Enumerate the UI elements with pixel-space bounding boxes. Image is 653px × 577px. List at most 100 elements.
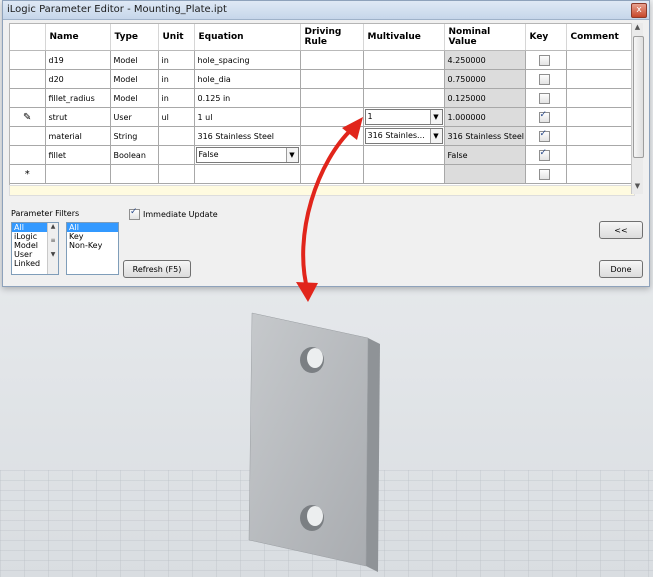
cell-type[interactable] [110,164,159,184]
cell-driving-rule[interactable] [300,126,364,146]
cell-comment[interactable] [566,88,634,108]
col-header-unit[interactable]: Unit [158,24,195,51]
table-row[interactable]: fillet_radius Model in 0.125 in 0.125000 [10,88,634,108]
cell-key[interactable] [525,164,567,184]
cell-equation[interactable]: hole_spacing [194,50,301,70]
cell-equation[interactable]: 1 ul [194,107,301,127]
cell-multivalue[interactable] [363,145,445,165]
cell-equation[interactable] [194,164,301,184]
cell-name[interactable]: d19 [45,50,111,70]
key-checkbox[interactable] [538,92,550,104]
cell-name[interactable]: fillet [45,145,111,165]
cell-comment[interactable] [566,69,634,89]
scroll-thumb[interactable] [633,36,644,158]
col-header-driving-rule[interactable]: Driving Rule [300,24,364,51]
cell-name[interactable] [45,164,111,184]
cell-type[interactable]: User [110,107,159,127]
cell-name[interactable]: fillet_radius [45,88,111,108]
cell-comment[interactable] [566,164,634,184]
cell-key[interactable] [525,88,567,108]
chevron-down-icon[interactable]: ▼ [429,110,442,124]
multivalue-dropdown[interactable]: 316 Stainles... ▼ [364,128,443,144]
cell-multivalue[interactable] [363,69,445,89]
col-header-equation[interactable]: Equation [194,24,301,51]
cell-type[interactable]: String [110,126,159,146]
cell-type[interactable]: Model [110,88,159,108]
cell-unit[interactable]: in [158,69,195,89]
cell-driving-rule[interactable] [300,107,364,127]
chevron-down-icon[interactable]: ▼ [429,129,442,143]
col-header-comment[interactable]: Comment [566,24,634,51]
cell-equation[interactable]: 316 Stainless Steel [194,126,301,146]
cell-multivalue[interactable] [363,88,445,108]
table-row[interactable]: material String 316 Stainless Steel 316 Sta… [10,126,634,146]
collapse-button[interactable]: << [599,221,643,239]
col-header-nominal-value[interactable]: Nominal Value [444,24,526,51]
key-checkbox[interactable] [538,168,550,180]
table-row[interactable]: * [10,164,634,184]
cell-multivalue[interactable] [363,50,445,70]
cell-comment[interactable] [566,145,634,165]
chevron-down-icon[interactable]: ▼ [285,148,298,162]
col-header-multivalue[interactable]: Multivalue [363,24,445,51]
cell-driving-rule[interactable] [300,69,364,89]
table-row[interactable]: fillet Boolean False ▼ False [10,145,634,165]
cell-unit[interactable]: ul [158,107,195,127]
refresh-button[interactable]: Refresh (F5) [123,260,191,278]
cell-unit[interactable] [158,164,195,184]
immediate-update-checkbox[interactable] [129,207,140,220]
cell-key[interactable] [525,145,567,165]
list-item[interactable]: All [67,223,118,232]
col-header-key[interactable]: Key [525,24,567,51]
cell-name[interactable]: strut [45,107,111,127]
key-checkbox[interactable] [538,129,550,142]
cell-driving-rule[interactable] [300,50,364,70]
cell-multivalue[interactable] [363,164,445,184]
cell-unit[interactable] [158,145,195,165]
list-item[interactable]: Key [67,232,118,241]
cell-comment[interactable] [566,50,634,70]
close-button[interactable]: x [631,3,647,18]
key-checkbox[interactable] [538,148,550,161]
cell-name[interactable]: d20 [45,69,111,89]
cell-equation[interactable]: 0.125 in [194,88,301,108]
table-row[interactable]: d19 Model in hole_spacing 4.250000 [10,50,634,70]
equation-dropdown[interactable]: False ▼ [195,147,299,163]
scroll-up-icon[interactable]: ▲ [632,23,643,35]
cell-type[interactable]: Boolean [110,145,159,165]
cell-name[interactable]: material [45,126,111,146]
scroll-down-icon[interactable]: ▼ [632,182,643,194]
cell-multivalue[interactable]: 316 Stainles... ▼ [363,126,445,146]
key-checkbox[interactable] [538,73,550,85]
filter-list-scrollbar[interactable]: ▲ ≡ ▼ [47,223,58,274]
key-checkbox[interactable] [538,110,550,123]
cell-comment[interactable] [566,126,634,146]
table-row[interactable]: ✎ strut User ul 1 ul 1 ▼ 1.000000 [10,107,634,127]
cell-multivalue[interactable]: 1 ▼ [363,107,445,127]
cell-key[interactable] [525,50,567,70]
cell-unit[interactable]: in [158,88,195,108]
cell-equation[interactable]: hole_dia [194,69,301,89]
cell-type[interactable]: Model [110,69,159,89]
col-header-name[interactable]: Name [45,24,111,51]
filter-key-list[interactable]: All Key Non-Key [66,222,119,275]
cell-unit[interactable]: in [158,50,195,70]
cell-equation[interactable]: False ▼ [194,145,301,165]
cell-key[interactable] [525,126,567,146]
done-button[interactable]: Done [599,260,643,278]
multivalue-dropdown[interactable]: 1 ▼ [364,109,443,125]
cell-driving-rule[interactable] [300,88,364,108]
filter-source-list[interactable]: All iLogic Model User Linked ▲ ≡ ▼ [11,222,59,275]
list-item[interactable]: Non-Key [67,241,118,250]
cell-driving-rule[interactable] [300,145,364,165]
cell-driving-rule[interactable] [300,164,364,184]
immediate-update-toggle[interactable]: Immediate Update [129,207,218,220]
cell-key[interactable] [525,69,567,89]
grid-scrollbar[interactable]: ▲ ▼ [631,23,644,194]
key-checkbox[interactable] [538,54,550,66]
cell-unit[interactable] [158,126,195,146]
cell-type[interactable]: Model [110,50,159,70]
table-row[interactable]: d20 Model in hole_dia 0.750000 [10,69,634,89]
cell-comment[interactable] [566,107,634,127]
cell-key[interactable] [525,107,567,127]
